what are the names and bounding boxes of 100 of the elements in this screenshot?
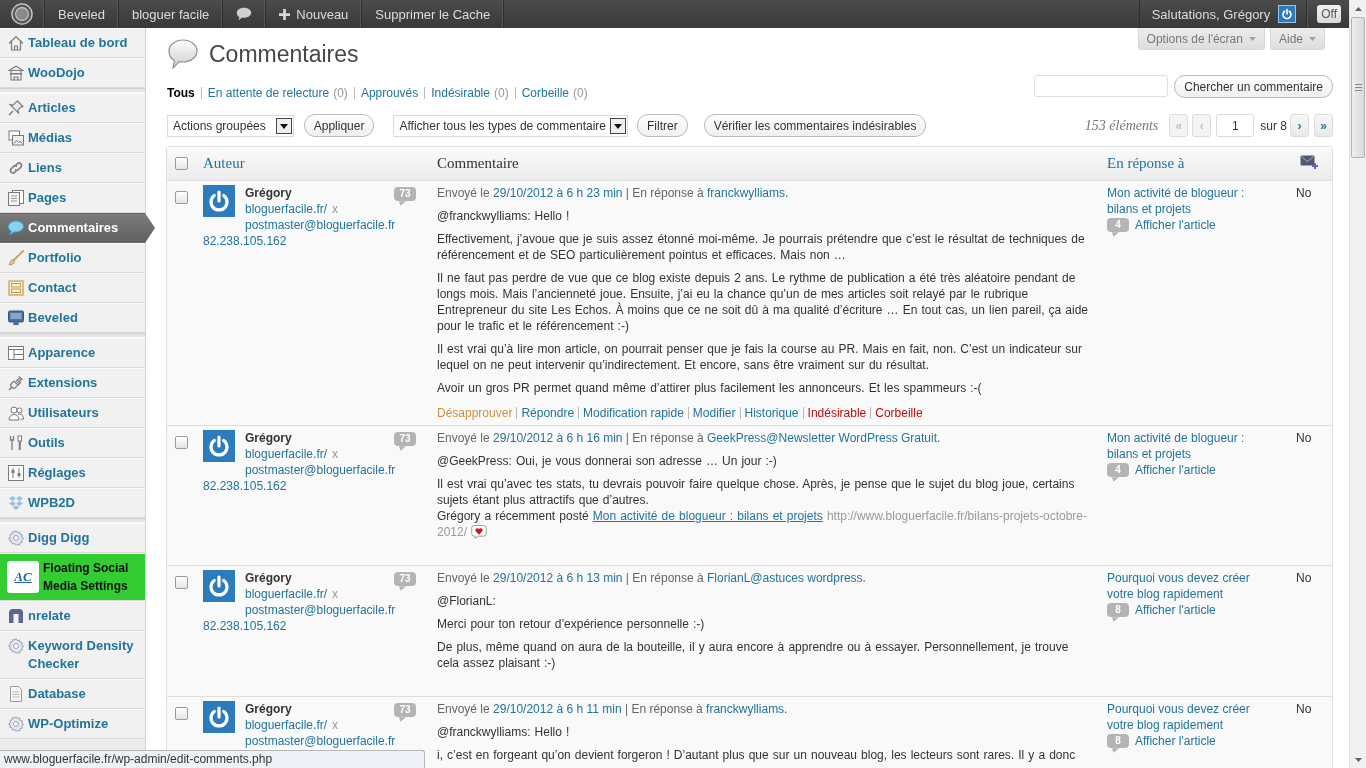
chain-link-icon bbox=[8, 160, 24, 176]
search-button[interactable]: Chercher un commentaire bbox=[1174, 75, 1333, 98]
sidebar-item[interactable]: Médias bbox=[0, 123, 145, 153]
bulk-actions-select[interactable]: Actions groupées bbox=[167, 114, 294, 137]
checkbox[interactable] bbox=[175, 707, 188, 720]
sidebar-item[interactable]: Articles bbox=[0, 93, 145, 123]
post-title-link[interactable]: Mon activité de blogueur : bilans et projets bbox=[1107, 430, 1259, 462]
author-url-link[interactable]: bloguerfacile.fr/ bbox=[245, 447, 328, 461]
plugin-logo: AC bbox=[7, 561, 39, 593]
author-url-link[interactable]: bloguerfacile.fr/ bbox=[245, 202, 328, 216]
author-ip-link[interactable]: 82.238.105.162 bbox=[203, 479, 287, 493]
comment-date-link[interactable]: 29/10/2012 à 6 h 13 min bbox=[493, 571, 623, 585]
remove-link[interactable]: x bbox=[332, 587, 339, 601]
sidebar-item[interactable]: Beveled bbox=[0, 303, 145, 333]
plus-icon bbox=[279, 8, 291, 20]
sidebar-item[interactable]: Commentaires bbox=[0, 213, 155, 243]
layout-icon bbox=[8, 345, 24, 361]
screen-options-tab[interactable]: Options de l'écran bbox=[1137, 28, 1265, 50]
author-url-link[interactable]: bloguerfacile.fr/ bbox=[245, 587, 328, 601]
apply-button[interactable]: Appliquer bbox=[303, 114, 375, 137]
checkbox[interactable] bbox=[175, 191, 188, 204]
row-action-link[interactable]: Corbeille bbox=[875, 405, 923, 421]
check-spam-button[interactable]: Vérifier les commentaires indésirables bbox=[703, 114, 927, 137]
post-title-link[interactable]: Pourquoi vous devez créer votre blog rapidement bbox=[1107, 701, 1259, 733]
sidebar-item[interactable]: Tableau de bord bbox=[0, 28, 145, 58]
row-action-link[interactable]: Historique bbox=[744, 405, 799, 421]
view-post-link[interactable]: Afficher l'article bbox=[1135, 462, 1216, 478]
post-link[interactable]: Mon activité de blogueur : bilans et projets bbox=[592, 509, 823, 523]
author-ip-link[interactable]: 82.238.105.162 bbox=[203, 619, 287, 633]
sidebar-item[interactable]: Keyword Density Checker bbox=[0, 631, 145, 679]
filter-link[interactable]: Corbeille bbox=[521, 85, 569, 101]
checkbox[interactable] bbox=[175, 436, 188, 449]
last-page-button[interactable]: » bbox=[1314, 114, 1333, 137]
post-title-link[interactable]: Pourquoi vous devez créer votre blog rapidement bbox=[1107, 570, 1259, 602]
author-url-link[interactable]: bloguerfacile.fr/ bbox=[245, 718, 328, 732]
author-ip-link[interactable]: 82.238.105.162 bbox=[203, 234, 287, 248]
search-field[interactable] bbox=[1034, 75, 1169, 97]
toolbar-link[interactable]: Supprimer le Cache bbox=[362, 0, 505, 28]
comment-date-link[interactable]: 29/10/2012 à 6 h 23 min bbox=[493, 186, 623, 200]
checkbox[interactable] bbox=[175, 576, 188, 589]
reply-to-link[interactable]: FlorianL@astuces wordpress. bbox=[707, 571, 866, 585]
checkbox[interactable] bbox=[175, 157, 188, 170]
comment-type-select[interactable]: Afficher tous les types de commentaire bbox=[393, 114, 628, 137]
comment-date-link[interactable]: 29/10/2012 à 6 h 11 min bbox=[493, 702, 622, 716]
reply-to-link[interactable]: GeekPress@Newsletter WordPress Gratuit. bbox=[707, 431, 941, 445]
view-post-link[interactable]: Afficher l'article bbox=[1135, 733, 1216, 749]
sidebar-item[interactable]: WooDojo bbox=[0, 58, 145, 88]
author-email-link[interactable]: postmaster@bloguerfacile.fr bbox=[245, 603, 396, 617]
pushpin-icon bbox=[8, 100, 24, 116]
sidebar-item[interactable]: Réglages bbox=[0, 458, 145, 488]
sliders-icon bbox=[8, 465, 24, 481]
sidebar-item[interactable]: nrelate bbox=[0, 601, 145, 631]
row-action-link[interactable]: Répondre bbox=[521, 405, 575, 421]
filter-link[interactable]: En attente de relecture bbox=[207, 85, 330, 101]
new-content-menu[interactable]: Nouveau bbox=[266, 0, 363, 28]
remove-link[interactable]: x bbox=[332, 447, 339, 461]
author-email-link[interactable]: postmaster@bloguerfacile.fr bbox=[245, 734, 396, 748]
reply-to-link[interactable]: franckwylliams. bbox=[706, 702, 788, 716]
table-cell: No bbox=[1296, 571, 1312, 585]
filter-button[interactable]: Filtrer bbox=[637, 114, 688, 137]
comment-date-link[interactable]: 29/10/2012 à 6 h 16 min bbox=[493, 431, 623, 445]
sidebar-item[interactable]: Contact bbox=[0, 273, 145, 303]
next-page-button[interactable]: › bbox=[1290, 114, 1309, 137]
column-header[interactable]: En réponse à bbox=[1107, 155, 1185, 171]
filter-link[interactable]: Tous bbox=[167, 85, 195, 101]
sidebar-item[interactable]: Extensions bbox=[0, 368, 145, 398]
power-avatar-icon bbox=[203, 430, 235, 462]
row-action-link[interactable]: Modifier bbox=[692, 405, 736, 421]
remove-link[interactable]: x bbox=[332, 202, 339, 216]
sidebar-item[interactable]: WP-Optimize bbox=[0, 709, 145, 739]
sidebar-item[interactable]: Apparence bbox=[0, 338, 145, 368]
filter-count: (0) bbox=[333, 85, 348, 101]
speech-bubble-icon[interactable] bbox=[236, 7, 253, 21]
sidebar-item[interactable]: Pages bbox=[0, 183, 145, 213]
sidebar-item[interactable]: Utilisateurs bbox=[0, 398, 145, 428]
power-avatar-icon bbox=[203, 701, 235, 733]
toggle-button[interactable]: Off bbox=[1317, 5, 1341, 23]
circle-logo-icon[interactable] bbox=[11, 3, 33, 25]
sidebar-item[interactable]: Outils bbox=[0, 428, 145, 458]
sidebar-item[interactable]: Liens bbox=[0, 153, 145, 183]
author-email-link[interactable]: postmaster@bloguerfacile.fr bbox=[245, 463, 396, 477]
row-action-link[interactable]: Modification rapide bbox=[583, 405, 684, 421]
row-action-link[interactable]: Indésirable bbox=[807, 405, 867, 421]
remove-link[interactable]: x bbox=[332, 718, 339, 732]
filter-link[interactable]: Indésirable bbox=[431, 85, 490, 101]
post-title-link[interactable]: Mon activité de blogueur : bilans et projets bbox=[1107, 185, 1259, 217]
sidebar-item[interactable]: Database bbox=[0, 679, 145, 709]
sidebar-item[interactable]: Digg Digg bbox=[0, 523, 145, 553]
row-action-link[interactable]: Désapprouver bbox=[437, 405, 513, 421]
view-post-link[interactable]: Afficher l'article bbox=[1135, 602, 1216, 618]
current-page-field[interactable]: 1 bbox=[1216, 114, 1255, 137]
help-tab[interactable]: Aide bbox=[1269, 28, 1325, 50]
sidebar-item[interactable]: Portfolio bbox=[0, 243, 145, 273]
view-post-link[interactable]: Afficher l'article bbox=[1135, 217, 1216, 233]
filter-link[interactable]: Approuvés bbox=[360, 85, 419, 101]
reply-to-link[interactable]: franckwylliams. bbox=[707, 186, 789, 200]
scrollbar-thumb[interactable] bbox=[1351, 17, 1365, 158]
author-email-link[interactable]: postmaster@bloguerfacile.fr bbox=[245, 218, 396, 232]
sidebar-item[interactable]: WPB2D bbox=[0, 488, 145, 518]
column-header[interactable]: Auteur bbox=[203, 155, 245, 171]
